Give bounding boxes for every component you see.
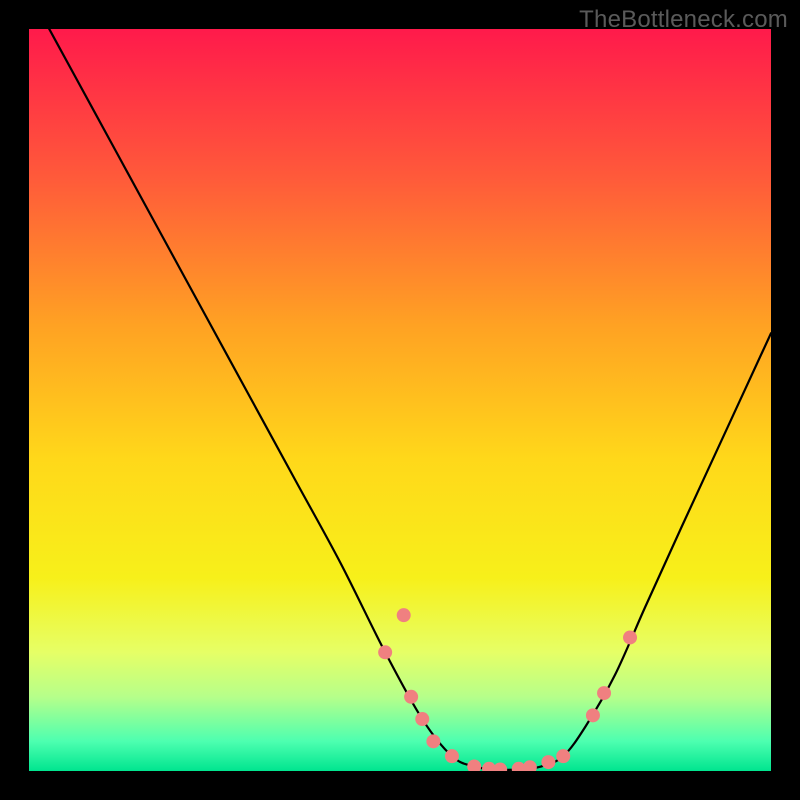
data-marker <box>586 708 600 722</box>
data-marker <box>445 749 459 763</box>
data-marker <box>426 734 440 748</box>
data-marker <box>378 645 392 659</box>
data-marker <box>404 690 418 704</box>
data-marker <box>556 749 570 763</box>
data-marker <box>415 712 429 726</box>
watermark-text: TheBottleneck.com <box>579 6 788 34</box>
data-marker <box>541 755 555 769</box>
chart-plot-area <box>29 29 771 771</box>
data-marker <box>623 630 637 644</box>
chart-frame: TheBottleneck.com <box>0 0 800 800</box>
data-marker <box>597 686 611 700</box>
chart-background <box>29 29 771 771</box>
chart-svg <box>29 29 771 771</box>
data-marker <box>397 608 411 622</box>
